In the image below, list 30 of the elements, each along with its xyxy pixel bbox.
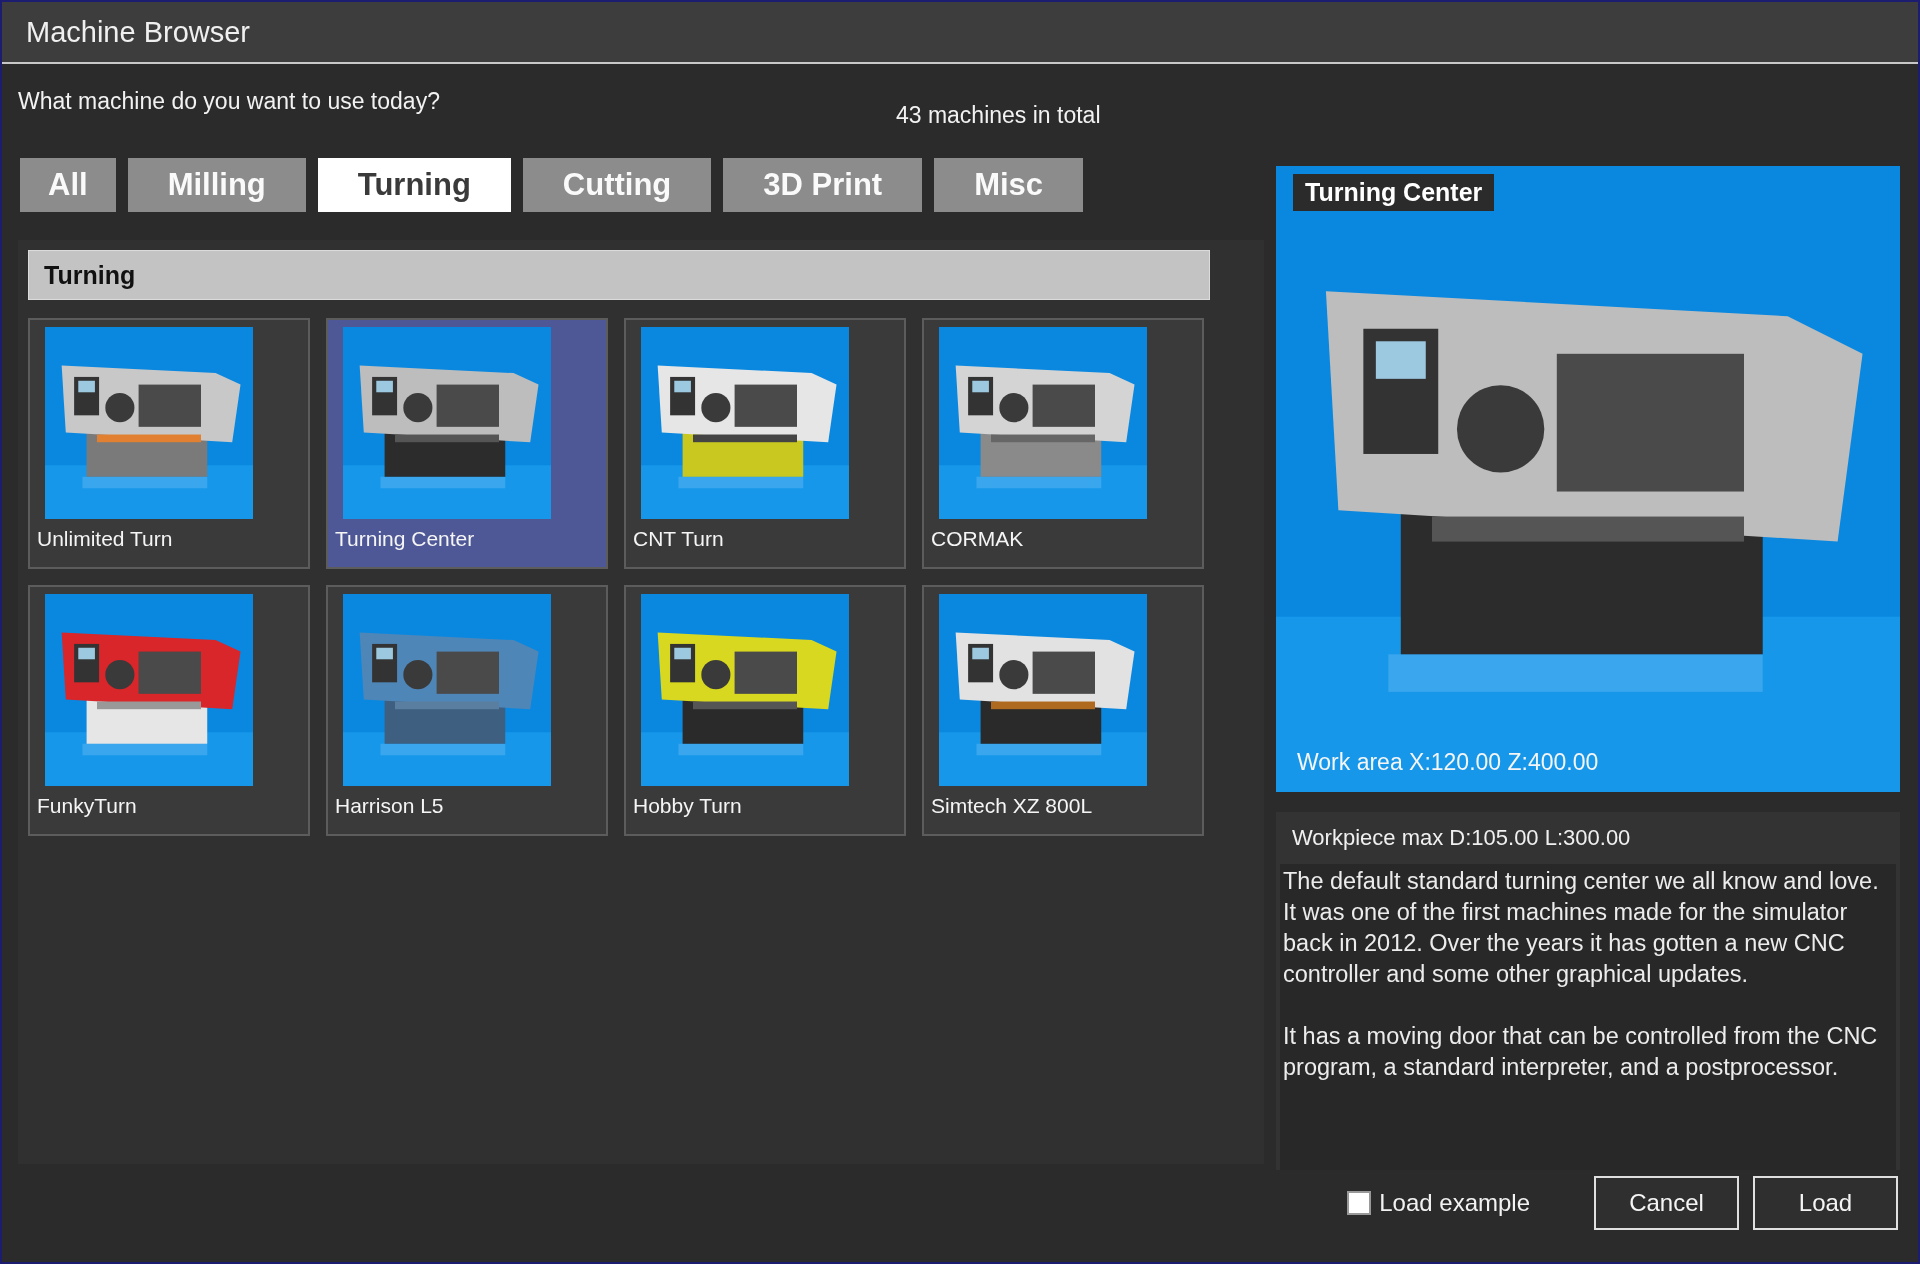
machine-name: CORMAK — [931, 527, 1025, 551]
cancel-button[interactable]: Cancel — [1594, 1176, 1739, 1230]
window-title: Machine Browser — [26, 15, 251, 49]
checkbox[interactable] — [1347, 1191, 1372, 1215]
load-button[interactable]: Load — [1753, 1176, 1898, 1230]
machine-name: Simtech XZ 800L — [931, 794, 1094, 818]
checkbox-label[interactable]: Load example — [1379, 1189, 1530, 1217]
description-paragraph: The default standard turning center we all know and love. It was one of the first machines made for the simulator back in 2012. Over the years it has gotten a new CNC controller and some other graphical updates. — [1283, 867, 1880, 989]
machine-tile[interactable]: FunkyTurn — [28, 585, 310, 836]
description-paragraph: It has a moving door that can be controlled from the CNC program, a standard interpreter, and a postprocessor. — [1283, 1022, 1879, 1082]
machine-name: Hobby Turn — [633, 794, 743, 818]
machine-tile[interactable]: CNT Turn — [624, 318, 906, 569]
machine-tile[interactable]: Unlimited Turn — [28, 318, 310, 569]
machine-tile[interactable]: Simtech XZ 800L — [922, 585, 1204, 836]
machine-tile[interactable]: Harrison L5 — [326, 585, 608, 836]
workpiece-text: Workpiece max D:105.00 L:300.00 — [1291, 824, 1632, 852]
section-header: Turning — [28, 250, 1210, 300]
preview-title: Turning Center — [1293, 174, 1495, 211]
machine-tile[interactable]: CORMAK — [922, 318, 1204, 569]
machine-name: Turning Center — [335, 527, 476, 551]
machine-tile[interactable]: Turning Center — [326, 318, 608, 569]
prompt-text: What machine do you want to use today? — [18, 88, 440, 115]
category-tab[interactable]: Turning — [317, 158, 511, 212]
machine-name: FunkyTurn — [37, 794, 138, 818]
machine-count: 43 machines in total — [895, 102, 1101, 129]
work-area-text: Work area X:120.00 Z:400.00 — [1297, 749, 1599, 776]
machine-name: Unlimited Turn — [37, 527, 174, 551]
machine-name: CNT Turn — [633, 527, 725, 551]
machine-name: Harrison L5 — [335, 794, 445, 818]
machine-tile[interactable]: Hobby Turn — [624, 585, 906, 836]
